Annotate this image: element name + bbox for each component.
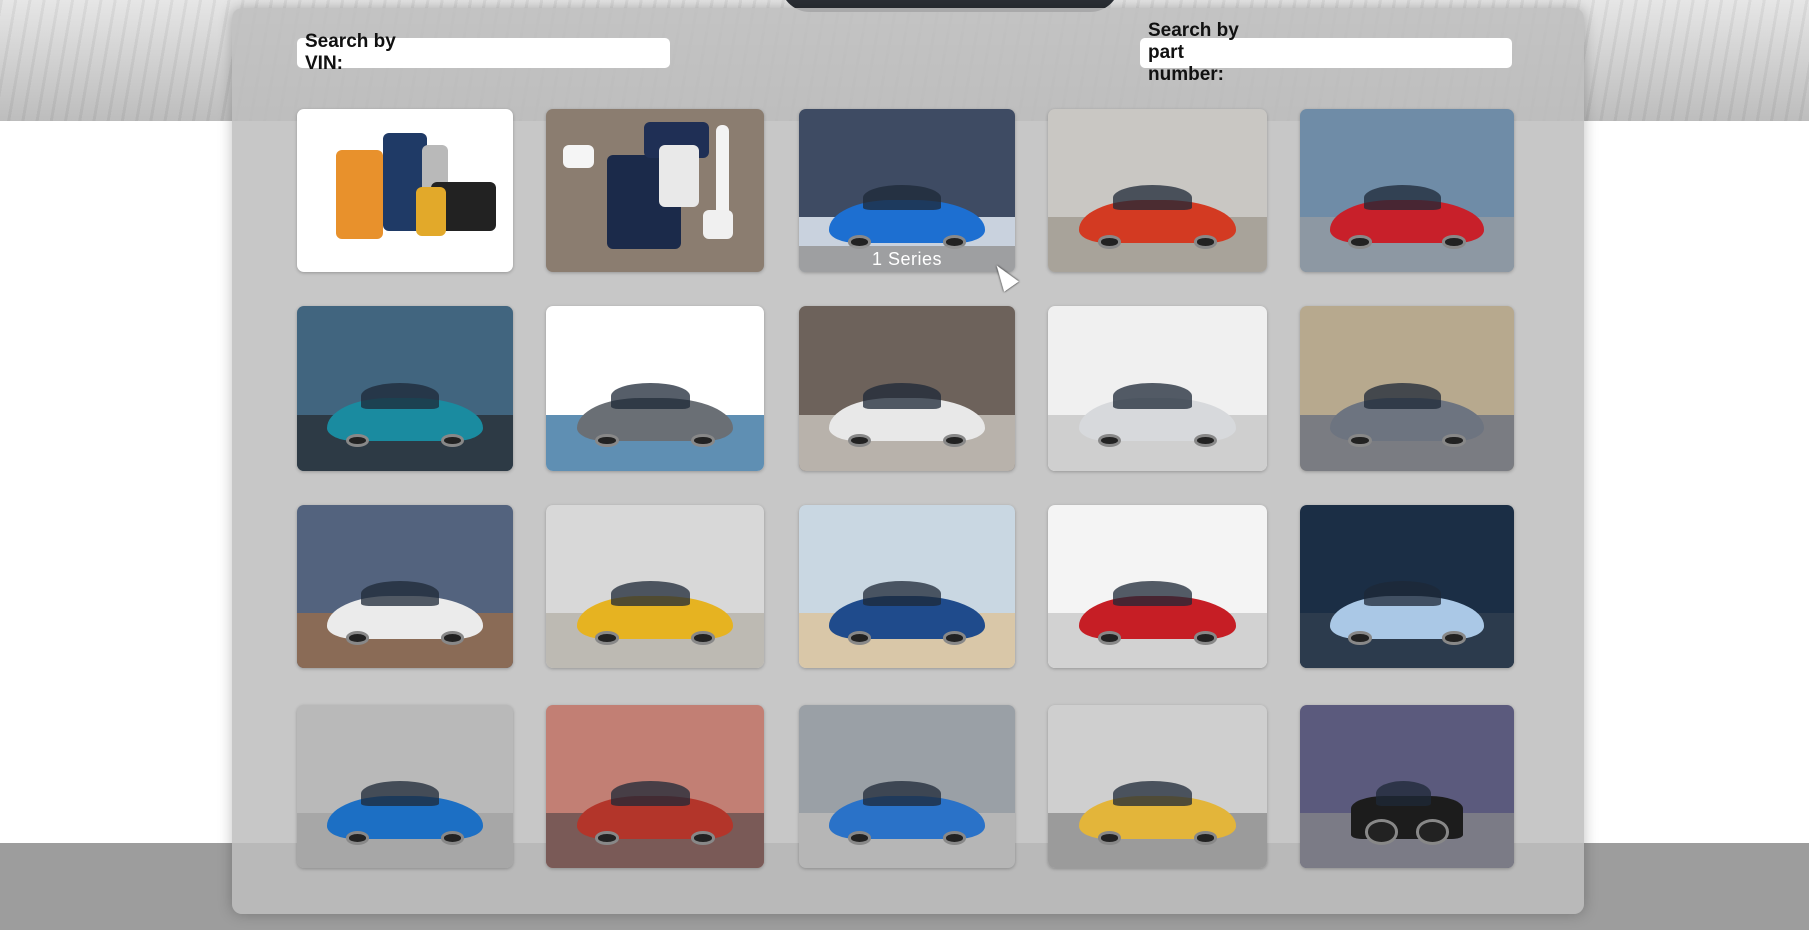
part-number-search-label: Search by part number:: [1148, 20, 1239, 85]
car-image: [327, 580, 483, 645]
wheel-icon: [1097, 235, 1122, 249]
accessory-item-image: [415, 187, 447, 237]
wheel-icon: [1193, 235, 1218, 249]
wheel-icon: [1415, 819, 1450, 845]
car-image: [576, 383, 734, 448]
tile-parts-service-kit[interactable]: [297, 109, 513, 272]
car-image: [576, 780, 734, 845]
wheel-icon: [1097, 631, 1122, 645]
wheel-icon: [595, 631, 619, 645]
tile-lifestyle-merchandise[interactable]: [546, 109, 764, 272]
vin-search-input[interactable]: [426, 41, 662, 65]
car-image: [576, 580, 734, 645]
model-selection-panel: Search by VIN: Search by part number: 1 …: [232, 8, 1584, 914]
tile-6-series[interactable]: [799, 306, 1015, 471]
car-image: [1078, 780, 1237, 845]
merchandise-item-image: [563, 144, 594, 168]
tile-x2[interactable]: [546, 505, 764, 668]
wheel-icon: [1442, 433, 1466, 448]
tile-2-series[interactable]: [1048, 109, 1267, 272]
tile-i8[interactable]: [799, 705, 1015, 868]
merchandise-item-image: [659, 144, 699, 207]
wheel-icon: [1193, 631, 1218, 645]
wheel-icon: [1097, 831, 1122, 845]
wheel-icon: [595, 433, 619, 448]
motorcycle-image: [1351, 780, 1463, 845]
wheel-icon: [691, 831, 715, 845]
wheel-icon: [1364, 819, 1399, 845]
car-image: [1329, 580, 1485, 645]
car-image: [829, 184, 985, 249]
wheel-icon: [1193, 831, 1218, 845]
tile-1-series[interactable]: 1 Series: [799, 109, 1015, 272]
wheel-icon: [942, 631, 967, 645]
tile-motorrad[interactable]: [1300, 705, 1514, 868]
wheel-icon: [847, 631, 872, 645]
car-image: [327, 780, 483, 845]
tile-7-series[interactable]: [1048, 306, 1267, 471]
wheel-icon: [1442, 631, 1466, 645]
car-image: [1329, 383, 1485, 448]
part-number-search-field[interactable]: Search by part number:: [1140, 20, 1512, 85]
accessory-item-image: [335, 149, 384, 240]
wheel-icon: [345, 831, 370, 845]
tile-x3[interactable]: [799, 505, 1015, 668]
car-image: [1078, 580, 1237, 645]
car-image: [829, 780, 985, 845]
car-image: [829, 580, 985, 645]
tile-x5[interactable]: [1300, 505, 1514, 668]
tile-x6[interactable]: [297, 705, 513, 868]
car-image: [1078, 184, 1237, 249]
wheel-icon: [942, 831, 967, 845]
tile-5-series[interactable]: [546, 306, 764, 471]
wheel-icon: [691, 433, 715, 448]
wheel-icon: [1348, 433, 1372, 448]
vin-search-field[interactable]: Search by VIN:: [297, 31, 670, 74]
wheel-icon: [847, 831, 872, 845]
tile-mini[interactable]: [1048, 705, 1267, 868]
wheel-icon: [1442, 235, 1466, 249]
wheel-icon: [1348, 631, 1372, 645]
wheel-icon: [440, 831, 465, 845]
tile-z4[interactable]: [546, 705, 764, 868]
car-image: [829, 383, 985, 448]
tile-4-series[interactable]: [297, 306, 513, 471]
wheel-icon: [595, 831, 619, 845]
wheel-icon: [345, 631, 370, 645]
vin-search-label: Search by VIN:: [305, 31, 396, 74]
tile-3-series[interactable]: [1300, 109, 1514, 272]
tile-x4[interactable]: [1048, 505, 1267, 668]
tile-caption: 1 Series: [799, 246, 1015, 272]
car-image: [1078, 383, 1237, 448]
merchandise-item-image: [702, 210, 734, 240]
wheel-icon: [1348, 235, 1372, 249]
wheel-icon: [691, 631, 715, 645]
car-image: [327, 383, 483, 448]
tile-x1[interactable]: [297, 505, 513, 668]
car-image: [1329, 184, 1485, 249]
wheel-icon: [440, 631, 465, 645]
tile-8-series[interactable]: [1300, 306, 1514, 471]
part-number-search-input[interactable]: [1268, 41, 1504, 65]
